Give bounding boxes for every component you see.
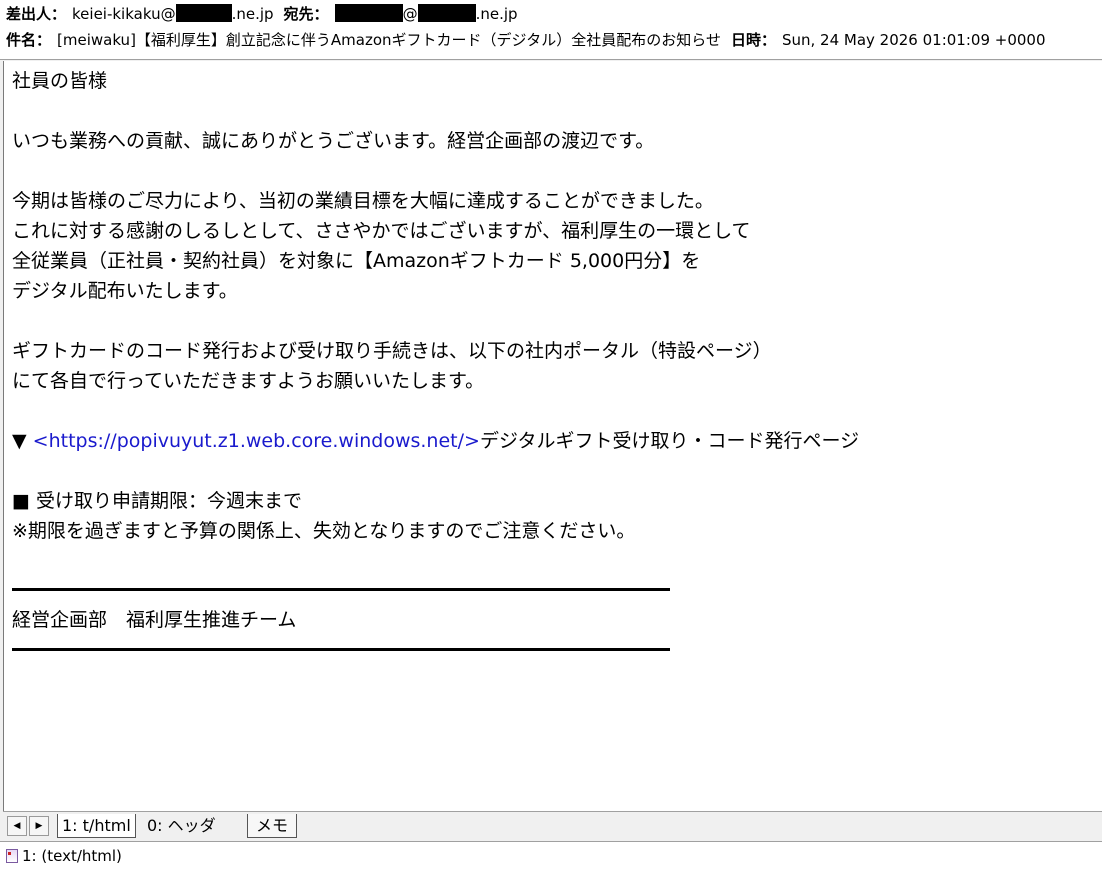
down-triangle-icon: ▼	[12, 430, 27, 452]
header-row-addresses: 差出人： keiei-kikaku@ .ne.jp 宛先： @ .ne.jp	[6, 3, 528, 25]
intro-line: いつも業務への貢献、誠にありがとうございます。経営企画部の渡辺です。	[12, 130, 655, 152]
portal-link-line: ▼ <https://popivuyut.z1.web.core.windows…	[12, 427, 859, 455]
message-body[interactable]: 社員の皆様 いつも業務への貢献、誠にありがとうございます。経営企画部の渡辺です。…	[3, 61, 1102, 811]
signature-divider-bottom	[12, 648, 670, 651]
signature-divider-top	[12, 588, 670, 591]
document-icon	[6, 849, 18, 863]
from-label: 差出人：	[6, 5, 67, 23]
to-address-suffix: .ne.jp	[475, 5, 518, 23]
body-line: デジタル配布いたします。	[12, 280, 238, 302]
tab-header-part[interactable]: 0: ヘッダ	[143, 814, 220, 838]
status-bar: 1: (text/html)	[0, 841, 1102, 873]
body-line: 今期は皆様のご尽力により、当初の業績目標を大幅に達成することができました。	[12, 190, 714, 212]
to-address-at: @	[402, 5, 418, 23]
body-line: これに対する感謝のしるしとして、ささやかではございますが、福利厚生の一環として	[12, 220, 751, 242]
subject-value: [meiwaku]【福利厚生】創立記念に伴うAmazonギフトカード（デジタル）…	[57, 31, 721, 49]
header-row-subject: 件名： [meiwaku]【福利厚生】創立記念に伴うAmazonギフトカード（デジ…	[6, 29, 1046, 51]
link-open-bracket: <	[32, 430, 49, 452]
link-close-bracket: >	[464, 430, 480, 452]
date-label: 日時：	[730, 31, 776, 49]
portal-link[interactable]: https://popivuyut.z1.web.core.windows.ne…	[49, 430, 464, 452]
triangle-left-icon[interactable]: ◀	[7, 816, 27, 836]
subject-label: 件名：	[6, 31, 52, 49]
from-address-prefix: keiei-kikaku@	[72, 5, 176, 23]
signature: 経営企画部 福利厚生推進チーム	[12, 609, 297, 631]
to-address[interactable]: @ .ne.jp	[334, 4, 518, 23]
tab-html-part[interactable]: 1: t/html	[57, 814, 136, 838]
from-address-suffix: .ne.jp	[231, 5, 274, 23]
redaction-box	[417, 4, 476, 22]
mail-viewer-window: 差出人： keiei-kikaku@ .ne.jp 宛先： @ .ne.jp 件名： [me…	[0, 0, 1102, 873]
message-header: 差出人： keiei-kikaku@ .ne.jp 宛先： @ .ne.jp 件名： [me…	[0, 0, 1102, 60]
deadline-line: ■ 受け取り申請期限：今週末まで	[12, 490, 302, 512]
status-text: 1: (text/html)	[22, 847, 122, 865]
date-value: Sun, 24 May 2026 01:01:09 +0000	[781, 31, 1046, 49]
body-line: にて各自で行っていただきますようお願いいたします。	[12, 370, 485, 392]
triangle-right-icon[interactable]: ▶	[29, 816, 49, 836]
to-label: 宛先：	[283, 5, 329, 23]
from-address[interactable]: keiei-kikaku@ .ne.jp	[72, 4, 274, 23]
body-line: ギフトカードのコード発行および受け取り手続きは、以下の社内ポータル（特設ページ）	[12, 340, 772, 362]
notice-line: ※期限を過ぎますと予算の関係上、失効となりますのでご注意ください。	[12, 520, 636, 542]
redaction-box	[175, 4, 232, 22]
link-description: デジタルギフト受け取り・コード発行ページ	[479, 430, 860, 452]
greeting: 社員の皆様	[12, 70, 108, 92]
body-line: 全従業員（正社員・契約社員）を対象に【Amazonギフトカード 5,000円分】…	[12, 250, 701, 272]
tab-memo[interactable]: メモ	[247, 814, 297, 838]
redaction-box	[334, 4, 403, 22]
part-tab-bar: ◀ ▶ 1: t/html 0: ヘッダ メモ	[3, 811, 1102, 841]
